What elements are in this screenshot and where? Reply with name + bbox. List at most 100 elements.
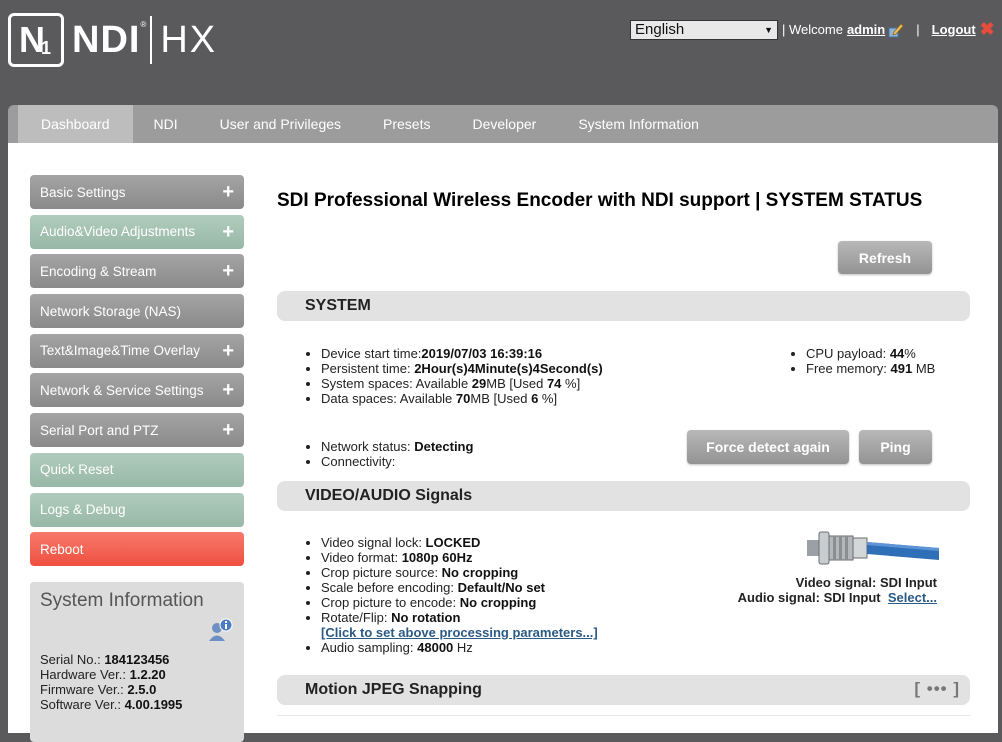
edit-profile-icon[interactable] xyxy=(888,22,904,38)
audio-sampling-value: 48000 xyxy=(417,640,454,655)
logo-separator xyxy=(150,16,153,64)
list-item: Crop picture source: No cropping xyxy=(321,565,598,580)
hardware-row: Hardware Ver.: 1.2.20 xyxy=(40,667,182,682)
logo-trademark: ® xyxy=(140,20,147,29)
sidebar-item-label: Text&Image&Time Overlay xyxy=(40,343,201,359)
mjpeg-section-header: Motion JPEG Snapping [ ••• ] xyxy=(277,675,970,705)
tab-ndi[interactable]: NDI xyxy=(133,105,199,143)
signal-source-info: Video signal: SDI Input Audio signal: SD… xyxy=(697,575,937,605)
tab-system-information[interactable]: System Information xyxy=(557,105,720,143)
dropdown-arrow-icon: ▼ xyxy=(764,24,773,35)
top-user-bar: English ▼ | Welcome admin | Logout ✖ xyxy=(630,19,995,40)
logo-n1-mark: N 1 xyxy=(8,13,64,67)
sidebar-item-label: Quick Reset xyxy=(40,462,114,478)
video-audio-section-header: VIDEO/AUDIO Signals xyxy=(277,481,970,511)
force-detect-button[interactable]: Force detect again xyxy=(687,430,849,464)
language-select-value: English xyxy=(635,21,685,38)
rotate-label: Rotate/Flip: xyxy=(321,610,392,625)
list-item: Audio sampling: 48000 Hz xyxy=(321,640,598,655)
resource-list: CPU payload: 44% Free memory: 491 MB xyxy=(777,346,935,376)
crop-encode-label: Crop picture to encode: xyxy=(321,595,460,610)
sidebar-item-label: Network & Service Settings xyxy=(40,382,204,398)
sidebar-item-label: Encoding & Stream xyxy=(40,263,157,279)
serial-label: Serial No.: xyxy=(40,652,101,668)
video-lock-label: Video signal lock: xyxy=(321,535,426,550)
sidebar-item-quick-reset[interactable]: Quick Reset xyxy=(30,452,244,487)
tab-dashboard[interactable]: Dashboard xyxy=(18,105,133,143)
list-item: Persistent time: 2Hour(s)4Minute(s)4Seco… xyxy=(321,361,603,376)
list-item: Rotate/Flip: No rotation[Click to set ab… xyxy=(321,610,598,640)
logo-ndi-text: NDI xyxy=(72,18,141,61)
hardware-value: 1.2.20 xyxy=(129,667,166,683)
tab-developer[interactable]: Developer xyxy=(451,105,557,143)
sidebar-item-encoding-stream[interactable]: Encoding & Stream + xyxy=(30,254,244,289)
hardware-label: Hardware Ver.: xyxy=(40,667,126,683)
logout-close-icon[interactable]: ✖ xyxy=(980,19,995,40)
sidebar-item-label: Audio&Video Adjustments xyxy=(40,224,196,240)
sidebar-item-label: Serial Port and PTZ xyxy=(40,422,159,438)
tab-presets[interactable]: Presets xyxy=(362,105,451,143)
list-item: Connectivity: xyxy=(321,454,473,469)
plus-icon: + xyxy=(222,260,234,283)
sidebar-item-basic-settings[interactable]: Basic Settings + xyxy=(30,175,244,209)
sidebar-item-logs-debug[interactable]: Logs & Debug xyxy=(30,492,244,527)
list-item: CPU payload: 44% xyxy=(806,346,935,361)
ping-button[interactable]: Ping xyxy=(859,430,932,464)
cpu-label: CPU payload: xyxy=(806,346,890,361)
sidebar-item-audio-video-adjustments[interactable]: Audio&Video Adjustments + xyxy=(30,214,244,249)
list-item: Network status: Detecting xyxy=(321,439,473,454)
sidebar-item-network-storage[interactable]: Network Storage (NAS) xyxy=(30,294,244,329)
system-space-available: 29 xyxy=(471,376,487,391)
software-row: Software Ver.: 4.00.1995 xyxy=(40,697,182,712)
user-info-icon[interactable] xyxy=(208,618,234,642)
firmware-label: Firmware Ver.: xyxy=(40,682,124,698)
start-time-value: 2019/07/03 16:39:16 xyxy=(421,346,543,361)
firmware-value: 2.5.0 xyxy=(127,682,157,698)
sidebar-item-label: Reboot xyxy=(40,541,84,557)
crop-encode-value: No cropping xyxy=(459,595,537,610)
logout-link[interactable]: Logout xyxy=(932,22,976,37)
serial-row: Serial No.: 184123456 xyxy=(40,652,182,667)
sidebar-item-reboot[interactable]: Reboot xyxy=(30,532,244,567)
data-space-end: %] xyxy=(538,391,558,406)
plus-icon: + xyxy=(222,379,234,402)
crop-source-value: No cropping xyxy=(441,565,519,580)
crop-source-label: Crop picture source: xyxy=(321,565,442,580)
sidebar-item-network-service-settings[interactable]: Network & Service Settings + xyxy=(30,373,244,408)
select-signal-link[interactable]: Select... xyxy=(888,590,937,605)
plus-icon: + xyxy=(222,220,234,243)
language-select[interactable]: English ▼ xyxy=(630,19,778,40)
audio-sampling-label: Audio sampling: xyxy=(321,640,418,655)
sidebar-item-label: Basic Settings xyxy=(40,184,126,200)
admin-user-link[interactable]: admin xyxy=(847,22,885,37)
network-status-list: Network status: Detecting Connectivity: xyxy=(277,439,473,469)
system-space-mid: MB [Used xyxy=(486,376,547,391)
tab-user-and-privileges[interactable]: User and Privileges xyxy=(199,105,362,143)
ndi-hx-logo: N 1 NDI ® HX xyxy=(8,12,217,68)
audio-signal-text: Audio signal: SDI Input xyxy=(737,590,881,605)
memory-value: 491 xyxy=(890,361,913,376)
system-space-label: System spaces: Available xyxy=(321,376,472,391)
processing-parameters-link[interactable]: [Click to set above processing parameter… xyxy=(321,625,598,640)
sidebar-item-serial-port-ptz[interactable]: Serial Port and PTZ + xyxy=(30,413,244,448)
connectivity-label: Connectivity: xyxy=(321,454,396,469)
video-format-label: Video format: xyxy=(321,550,402,565)
audio-sampling-unit: Hz xyxy=(453,640,473,655)
list-item: Device start time:2019/07/03 16:39:16 xyxy=(321,346,603,361)
video-format-value: 1080p 60Hz xyxy=(401,550,473,565)
more-options-icon[interactable]: [ ••• ] xyxy=(914,679,960,699)
system-information-rows: Serial No.: 184123456 Hardware Ver.: 1.2… xyxy=(40,652,182,712)
logo-hx-text: HX xyxy=(160,18,218,61)
welcome-text: | Welcome xyxy=(782,22,843,37)
plus-icon: + xyxy=(222,339,234,362)
system-information-panel: System Information Serial No.: 184123456… xyxy=(30,582,244,742)
sidebar-item-text-image-time-overlay[interactable]: Text&Image&Time Overlay + xyxy=(30,333,244,368)
page-title: SDI Professional Wireless Encoder with N… xyxy=(277,190,923,211)
sidebar-item-label: Logs & Debug xyxy=(40,502,126,517)
memory-unit: MB xyxy=(912,361,936,376)
video-audio-heading: VIDEO/AUDIO Signals xyxy=(305,487,473,504)
list-item: Video format: 1080p 60Hz xyxy=(321,550,598,565)
list-item: System spaces: Available 29MB [Used 74 %… xyxy=(321,376,603,391)
system-information-title: System Information xyxy=(40,590,204,612)
refresh-button[interactable]: Refresh xyxy=(838,241,932,274)
